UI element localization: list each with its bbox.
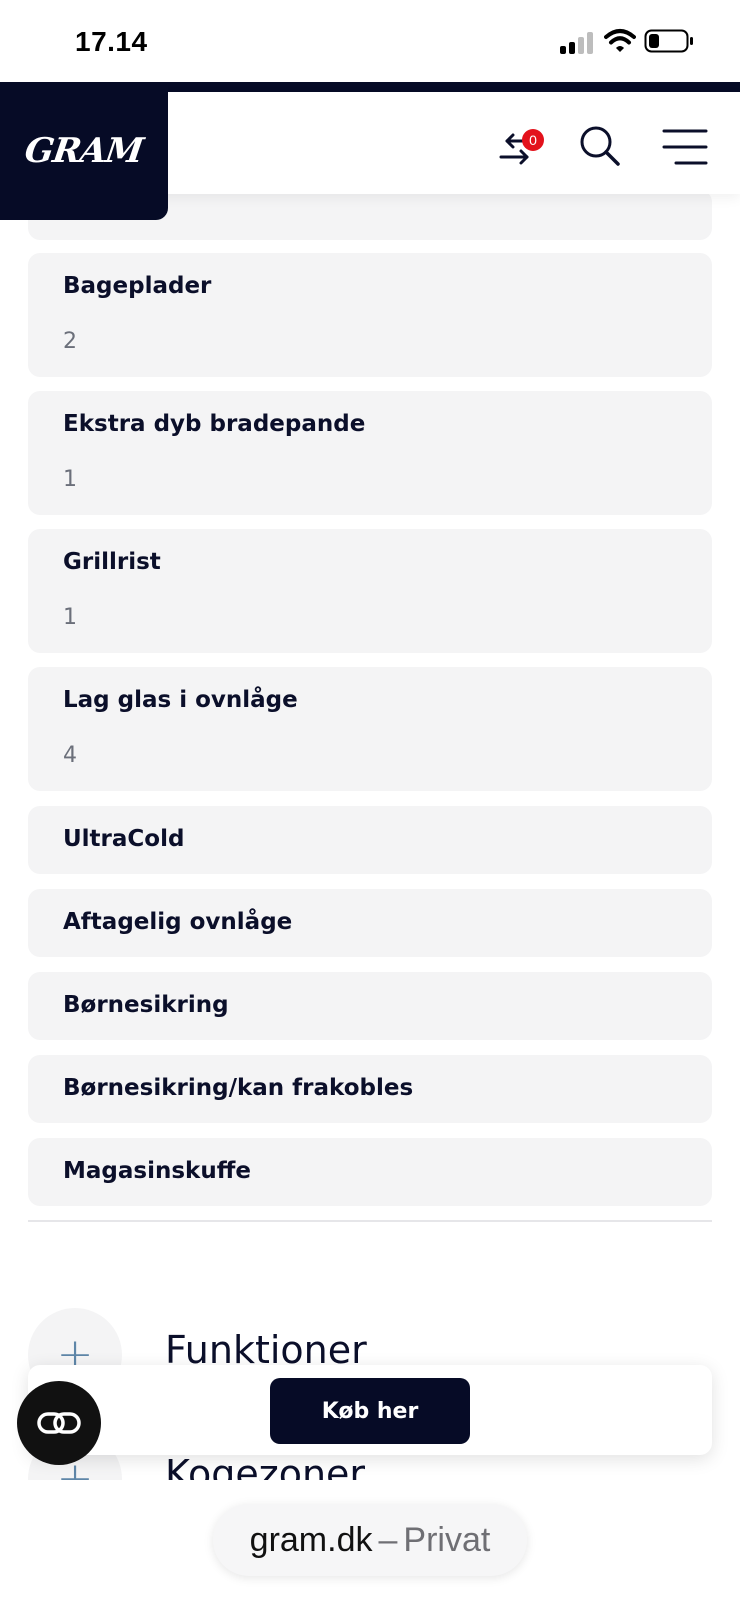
feature-card-aftagelig-ovnlaage: Aftagelig ovnlåge <box>28 889 712 957</box>
feature-label: Børnesikring/kan frakobles <box>63 1075 414 1101</box>
spec-label: Lag glas i ovnlåge <box>63 687 298 713</box>
buy-bar: Køb her <box>28 1365 712 1455</box>
feature-card-ultracold: UltraCold <box>28 806 712 874</box>
battery-icon <box>644 29 693 53</box>
feature-card-boernesikring-frakobles: Børnesikring/kan frakobles <box>28 1055 712 1123</box>
gram-logo[interactable]: GRAM <box>0 82 168 220</box>
spec-card-bradepande: Ekstra dyb bradepande 1 <box>28 391 712 515</box>
feature-label: UltraCold <box>63 826 185 852</box>
spec-value: 2 <box>63 329 77 354</box>
spec-card-bageplader: Bageplader 2 <box>28 253 712 377</box>
spec-label: Ekstra dyb bradepande <box>63 411 366 437</box>
spec-label: Bageplader <box>63 273 212 299</box>
spec-card-lag-glas: Lag glas i ovnlåge 4 <box>28 667 712 791</box>
status-time: 17.14 <box>75 26 148 57</box>
feature-label: Magasinskuffe <box>63 1158 251 1184</box>
feature-card-magasinskuffe: Magasinskuffe <box>28 1138 712 1206</box>
spec-card-grillrist: Grillrist 1 <box>28 529 712 653</box>
url-separator: – <box>378 1520 398 1559</box>
compare-count-badge: 0 <box>522 129 544 151</box>
spec-value: 1 <box>63 605 77 630</box>
logo-text: GRAM <box>22 131 146 171</box>
wifi-icon <box>604 29 636 52</box>
link-icon <box>37 1412 81 1434</box>
private-mode-label: Privat <box>403 1520 491 1559</box>
buy-button[interactable]: Køb her <box>270 1378 470 1444</box>
search-icon[interactable] <box>578 124 622 168</box>
feature-label: Børnesikring <box>63 992 229 1018</box>
url-domain: gram.dk <box>249 1520 373 1559</box>
spec-value: 4 <box>63 743 77 768</box>
section-divider <box>28 1220 712 1222</box>
spec-label: Grillrist <box>63 549 161 575</box>
status-bar: 17.14 <box>0 0 740 82</box>
address-bar[interactable]: gram.dk – Privat <box>213 1504 527 1576</box>
spec-value: 1 <box>63 467 77 492</box>
floating-chat-button[interactable] <box>17 1381 101 1465</box>
feature-card-boernesikring: Børnesikring <box>28 972 712 1040</box>
browser-bottom-bar: gram.dk – Privat <box>0 1480 740 1600</box>
feature-label: Aftagelig ovnlåge <box>63 909 293 935</box>
hamburger-menu-icon[interactable] <box>662 128 708 166</box>
cellular-signal-icon <box>560 30 594 54</box>
